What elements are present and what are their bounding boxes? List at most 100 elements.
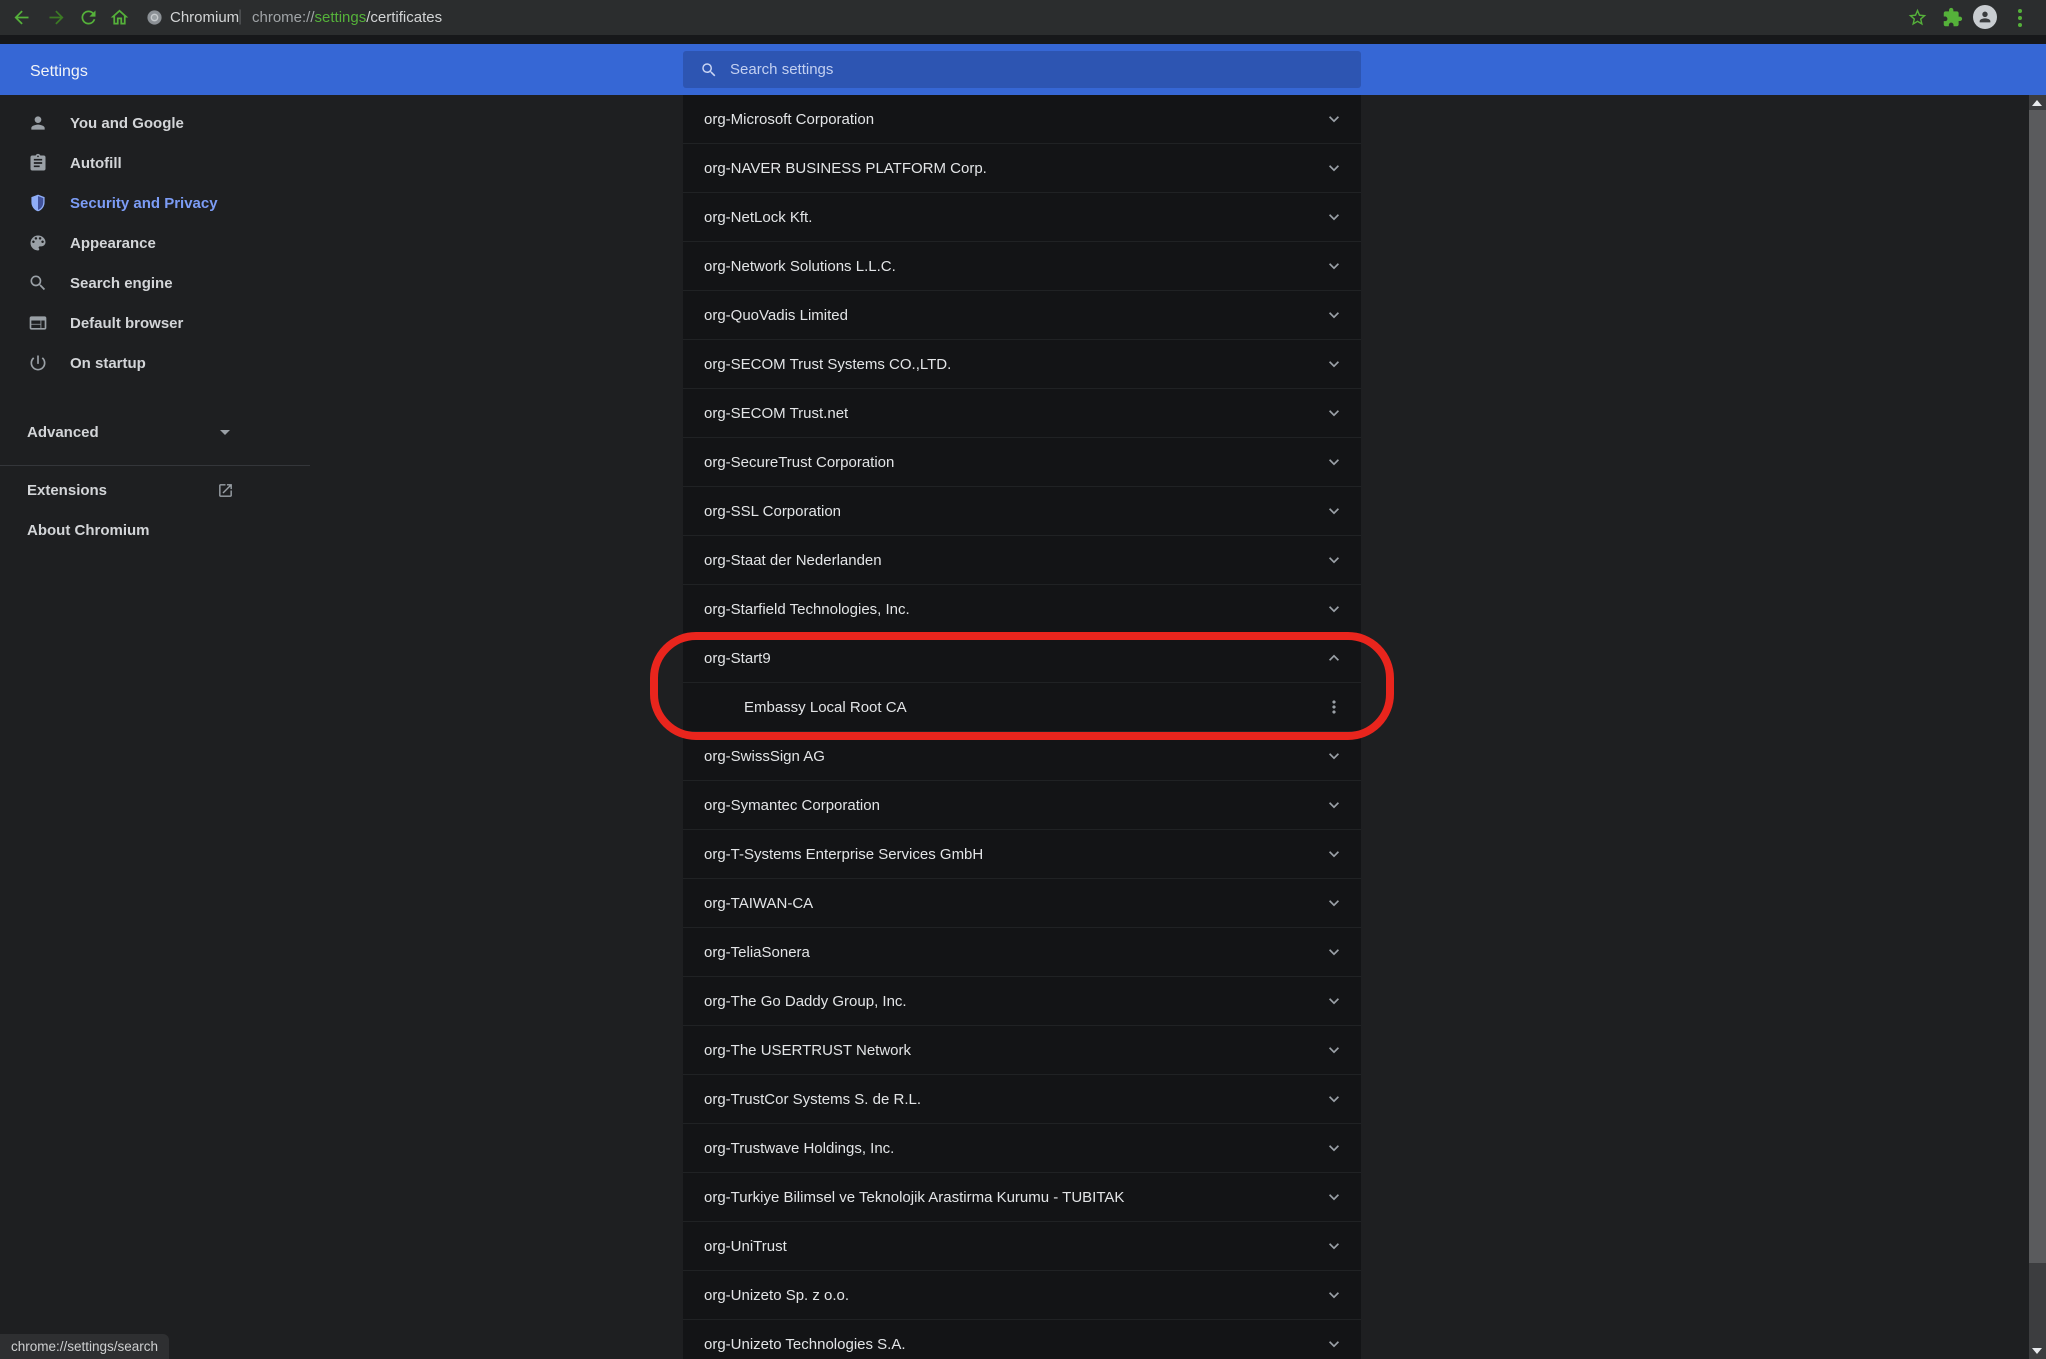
sidebar-item-label: Default browser	[70, 315, 183, 332]
sidebar-item-about[interactable]: About Chromium	[0, 510, 252, 550]
home-icon[interactable]	[109, 7, 130, 28]
certificate-row[interactable]: org-SECOM Trust.net	[683, 389, 1361, 438]
certificate-row-label: org-QuoVadis Limited	[704, 307, 848, 324]
person-icon	[28, 113, 48, 133]
sidebar-item-extensions[interactable]: Extensions	[0, 470, 252, 510]
certificate-row[interactable]: org-TAIWAN-CA	[683, 879, 1361, 928]
settings-search-box[interactable]	[683, 51, 1361, 88]
certificate-row[interactable]: org-TeliaSonera	[683, 928, 1361, 977]
back-icon[interactable]	[11, 7, 32, 28]
certificate-row[interactable]: org-Trustwave Holdings, Inc.	[683, 1124, 1361, 1173]
power-icon	[28, 353, 48, 373]
certificate-row[interactable]: org-Turkiye Bilimsel ve Teknolojik Arast…	[683, 1173, 1361, 1222]
certificate-row[interactable]: org-Microsoft Corporation	[683, 95, 1361, 144]
sidebar-item-default-browser[interactable]: Default browser	[0, 303, 330, 343]
sidebar-item-search-engine[interactable]: Search engine	[0, 263, 330, 303]
certificate-row-label: org-T-Systems Enterprise Services GmbH	[704, 846, 983, 863]
scrollbar-down-arrow-icon[interactable]	[2032, 1348, 2042, 1354]
sidebar-advanced-label: Advanced	[27, 424, 99, 441]
sidebar-item-appearance[interactable]: Appearance	[0, 223, 330, 263]
chevron-down-icon[interactable]	[1324, 158, 1344, 178]
bookmark-star-icon[interactable]	[1907, 7, 1928, 28]
caret-down-icon	[220, 430, 230, 435]
chevron-down-icon[interactable]	[1324, 354, 1344, 374]
chevron-down-icon[interactable]	[1324, 991, 1344, 1011]
open-in-new-icon	[217, 482, 234, 499]
sidebar-item-label: Search engine	[70, 275, 173, 292]
sidebar-item-advanced[interactable]: Advanced	[0, 412, 252, 452]
certificate-row[interactable]: org-Symantec Corporation	[683, 781, 1361, 830]
chevron-down-icon[interactable]	[1324, 1040, 1344, 1060]
profile-avatar[interactable]	[1973, 5, 1997, 29]
chevron-down-icon[interactable]	[1324, 795, 1344, 815]
certificate-row-label: org-NetLock Kft.	[704, 209, 812, 226]
certificate-row-label: org-Turkiye Bilimsel ve Teknolojik Arast…	[704, 1189, 1124, 1206]
certificate-row[interactable]: org-QuoVadis Limited	[683, 291, 1361, 340]
certificate-row[interactable]: org-TrustCor Systems S. de R.L.	[683, 1075, 1361, 1124]
chevron-down-icon[interactable]	[1324, 1089, 1344, 1109]
certificate-row[interactable]: org-SECOM Trust Systems CO.,LTD.	[683, 340, 1361, 389]
browser-menu-icon[interactable]	[2009, 7, 2030, 28]
certificate-row[interactable]: org-SSL Corporation	[683, 487, 1361, 536]
certificate-row[interactable]: org-NAVER BUSINESS PLATFORM Corp.	[683, 144, 1361, 193]
address-url[interactable]: chrome://settings/certificates	[252, 0, 442, 35]
scrollbar-thumb[interactable]	[2029, 110, 2046, 1263]
certificate-entry-row[interactable]: Embassy Local Root CA	[683, 683, 1361, 732]
sidebar-item-security-and-privacy[interactable]: Security and Privacy	[0, 183, 330, 223]
certificate-row[interactable]: org-NetLock Kft.	[683, 193, 1361, 242]
window-title: Chromium	[170, 0, 239, 35]
extensions-puzzle-icon[interactable]	[1942, 7, 1963, 28]
forward-icon[interactable]	[46, 7, 67, 28]
chevron-up-icon[interactable]	[1324, 648, 1344, 668]
chevron-down-icon[interactable]	[1324, 1236, 1344, 1256]
chevron-down-icon[interactable]	[1324, 893, 1344, 913]
status-bubble: chrome://settings/search	[0, 1334, 169, 1359]
sidebar-item-label: On startup	[70, 355, 146, 372]
certificate-row[interactable]: org-UniTrust	[683, 1222, 1361, 1271]
certificate-row[interactable]: org-Network Solutions L.L.C.	[683, 242, 1361, 291]
certificate-row-label: org-TrustCor Systems S. de R.L.	[704, 1091, 921, 1108]
certificate-row[interactable]: org-The USERTRUST Network	[683, 1026, 1361, 1075]
chevron-down-icon[interactable]	[1324, 452, 1344, 472]
chevron-down-icon[interactable]	[1324, 1285, 1344, 1305]
certificate-row[interactable]: org-SwissSign AG	[683, 732, 1361, 781]
chevron-down-icon[interactable]	[1324, 844, 1344, 864]
sidebar-item-autofill[interactable]: Autofill	[0, 143, 330, 183]
certificate-row[interactable]: org-Start9	[683, 634, 1361, 683]
sidebar-item-on-startup[interactable]: On startup	[0, 343, 330, 383]
chevron-down-icon[interactable]	[1324, 550, 1344, 570]
certificate-row[interactable]: org-The Go Daddy Group, Inc.	[683, 977, 1361, 1026]
sidebar-lower-section: Extensions About Chromium	[0, 465, 310, 550]
certificate-row-label: org-SSL Corporation	[704, 503, 841, 520]
chevron-down-icon[interactable]	[1324, 942, 1344, 962]
chevron-down-icon[interactable]	[1324, 109, 1344, 129]
chevron-down-icon[interactable]	[1324, 599, 1344, 619]
scrollbar[interactable]	[2029, 95, 2046, 1359]
browser-window-icon	[28, 313, 48, 333]
chevron-down-icon[interactable]	[1324, 1334, 1344, 1354]
settings-sidebar: You and Google Autofill Security and Pri…	[0, 95, 330, 550]
reload-icon[interactable]	[78, 7, 99, 28]
chevron-down-icon[interactable]	[1324, 256, 1344, 276]
sidebar-item-you-and-google[interactable]: You and Google	[0, 103, 330, 143]
certificate-row-label: org-UniTrust	[704, 1238, 787, 1255]
chevron-down-icon[interactable]	[1324, 746, 1344, 766]
certificate-row[interactable]: org-SecureTrust Corporation	[683, 438, 1361, 487]
chevron-down-icon[interactable]	[1324, 207, 1344, 227]
chevron-down-icon[interactable]	[1324, 1138, 1344, 1158]
chevron-down-icon[interactable]	[1324, 501, 1344, 521]
page-title: Settings	[30, 44, 88, 95]
chevron-down-icon[interactable]	[1324, 403, 1344, 423]
certificate-row[interactable]: org-Starfield Technologies, Inc.	[683, 585, 1361, 634]
kebab-menu-icon[interactable]	[1324, 697, 1344, 717]
scrollbar-up-arrow-icon[interactable]	[2032, 100, 2042, 106]
certificate-row[interactable]: org-T-Systems Enterprise Services GmbH	[683, 830, 1361, 879]
certificate-row[interactable]: org-Staat der Nederlanden	[683, 536, 1361, 585]
certificate-row[interactable]: org-Unizeto Sp. z o.o.	[683, 1271, 1361, 1320]
chevron-down-icon[interactable]	[1324, 305, 1344, 325]
search-input[interactable]	[730, 61, 1361, 78]
certificate-row[interactable]: org-Unizeto Technologies S.A.	[683, 1320, 1361, 1359]
sidebar-item-label: You and Google	[70, 115, 184, 132]
browser-toolbar: Chromium | chrome://settings/certificate…	[0, 0, 2046, 35]
chevron-down-icon[interactable]	[1324, 1187, 1344, 1207]
